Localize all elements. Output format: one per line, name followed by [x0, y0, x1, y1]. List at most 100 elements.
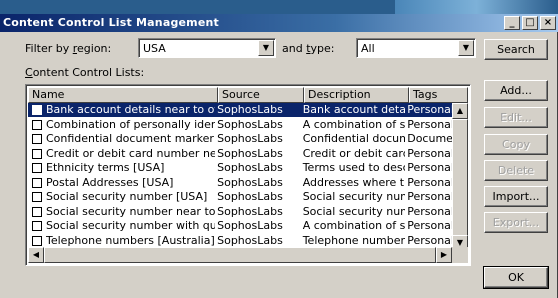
- list-item[interactable]: Postal Addresses [USA] SophosLabs Addresse…: [28, 176, 454, 191]
- window-controls: _ □ ×: [504, 16, 556, 30]
- export-button[interactable]: Export...: [484, 212, 548, 233]
- list-item-name: Postal Addresses [USA]: [46, 175, 174, 189]
- region-select-value: USA: [143, 42, 166, 55]
- type-select[interactable]: All ▼: [356, 38, 476, 58]
- scrollbar-corner: [452, 247, 468, 263]
- column-header-description[interactable]: Description: [304, 87, 409, 103]
- type-select-value: All: [361, 42, 375, 55]
- list-item-description: Terms used to desc...: [302, 161, 406, 175]
- list-item-tags: Personally: [407, 190, 454, 204]
- chevron-down-icon[interactable]: ▼: [458, 40, 474, 56]
- arrow-left-icon[interactable]: ◀: [28, 247, 44, 263]
- list-item[interactable]: Combination of personally identifiab...S…: [28, 118, 454, 133]
- checkbox[interactable]: [32, 119, 42, 130]
- list-item[interactable]: Bank account details near to other f...S…: [28, 103, 454, 118]
- content-control-lists-label: Content Control Lists:: [25, 66, 144, 79]
- list-item-tags: Personally: [407, 161, 454, 175]
- delete-button[interactable]: Delete: [484, 160, 548, 181]
- minimize-button[interactable]: _: [504, 16, 520, 30]
- import-button[interactable]: Import...: [484, 186, 548, 207]
- checkbox[interactable]: [32, 163, 42, 174]
- maximize-button[interactable]: □: [522, 16, 538, 30]
- checkbox[interactable]: [32, 192, 42, 203]
- region-select[interactable]: USA ▼: [138, 38, 276, 58]
- list-item-description: Credit or debit card...: [302, 146, 406, 160]
- list-item-source: SophosLabs: [217, 132, 283, 146]
- type-label-suffix: ype:: [310, 42, 335, 55]
- list-item[interactable]: Ethnicity terms [USA] SophosLabs Terms use…: [28, 161, 454, 176]
- list-item-name: Combination of personally identifiab...: [46, 117, 215, 131]
- horizontal-scroll-thumb[interactable]: [44, 247, 436, 263]
- list-item-tags: Personally: [407, 219, 454, 233]
- list-item[interactable]: Confidential document marker [USA]Sophos…: [28, 132, 454, 147]
- list-item-source: SophosLabs: [217, 190, 283, 204]
- window-title: Content Control List Management: [3, 16, 219, 29]
- content-control-list[interactable]: Name Source Description Tags Bank accoun…: [25, 84, 471, 266]
- list-item-tags: Personally: [407, 117, 454, 131]
- dialog-window: Content Control List Management _ □ × Fi…: [0, 14, 558, 298]
- checkbox[interactable]: [32, 148, 42, 159]
- add-button[interactable]: Add...: [484, 80, 548, 101]
- close-button[interactable]: ×: [540, 16, 556, 30]
- list-item-description: Bank account detail...: [300, 103, 406, 118]
- list-label-text: ontent Control Lists:: [32, 66, 145, 79]
- list-rows: Bank account details near to other f...S…: [28, 103, 454, 248]
- list-item-name-cell: Combination of personally identifiab...: [28, 118, 215, 132]
- checkbox[interactable]: [32, 235, 42, 246]
- list-item-tags: Personally: [407, 146, 454, 160]
- region-filter-label: Filter by region:: [25, 42, 111, 55]
- list-item-source: SophosLabs: [217, 146, 283, 160]
- column-header-name[interactable]: Name: [28, 87, 218, 103]
- list-item-name: Bank account details near to other f...: [46, 103, 215, 117]
- edit-button[interactable]: Edit...: [484, 107, 548, 128]
- checkbox[interactable]: [32, 134, 42, 145]
- title-bar[interactable]: Content Control List Management _ □ ×: [0, 14, 558, 32]
- list-item-description: A combination of so...: [302, 219, 406, 233]
- list-item-description: Confidential docum...: [302, 132, 406, 146]
- region-label-suffix: egion:: [77, 42, 112, 55]
- vertical-scroll-thumb[interactable]: [452, 119, 468, 239]
- type-filter-label: and type:: [282, 42, 335, 55]
- list-item-name: Credit or debit card number near to...: [46, 146, 215, 160]
- arrow-right-icon[interactable]: ▶: [436, 247, 452, 263]
- list-item-name: Social security number [USA]: [46, 190, 208, 204]
- checkbox[interactable]: [32, 221, 42, 232]
- list-item-name: Telephone numbers [Australia]: [46, 233, 215, 247]
- checkbox[interactable]: [32, 177, 42, 188]
- list-item[interactable]: Telephone numbers [Australia] SophosLabs T…: [28, 234, 454, 249]
- list-item[interactable]: Social security number [USA] SophosLabs So…: [28, 190, 454, 205]
- column-header-tags[interactable]: Tags: [409, 87, 468, 103]
- list-item-tags: Document: [407, 132, 454, 146]
- list-item[interactable]: Credit or debit card number near to...So…: [28, 147, 454, 162]
- region-label-prefix: Filter by: [25, 42, 73, 55]
- list-item-name-cell: Social security number with qualifyi...: [28, 219, 215, 233]
- list-item-tags: Personally: [405, 103, 454, 118]
- list-item-name: Ethnicity terms [USA]: [46, 161, 165, 175]
- copy-button[interactable]: Copy: [484, 134, 548, 155]
- list-item-source: SophosLabs: [217, 219, 283, 233]
- arrow-up-icon[interactable]: ▲: [452, 103, 468, 119]
- search-button[interactable]: Search: [484, 39, 548, 60]
- chevron-down-icon[interactable]: ▼: [258, 40, 274, 56]
- list-label-accesskey: C: [25, 66, 33, 79]
- list-item-description: Telephone numbers...: [302, 233, 406, 247]
- list-item-name-cell: Confidential document marker [USA]: [28, 132, 215, 146]
- list-item-tags: Personally: [407, 204, 454, 218]
- list-item-tags: Personally: [407, 233, 454, 247]
- list-item-description: Social security num...: [302, 204, 406, 218]
- list-item-source: SophosLabs: [215, 103, 301, 118]
- horizontal-scrollbar[interactable]: ◀ ▶: [28, 247, 452, 263]
- ok-button[interactable]: OK: [483, 266, 549, 289]
- list-item[interactable]: Social security number with qualifyi...S…: [28, 219, 454, 234]
- checkbox[interactable]: [32, 206, 42, 217]
- list-item[interactable]: Social security number near to othe...So…: [28, 205, 454, 220]
- checkbox[interactable]: [32, 105, 42, 116]
- list-item-source: SophosLabs: [217, 161, 283, 175]
- list-item-name: Confidential document marker [USA]: [46, 132, 215, 146]
- column-header-source[interactable]: Source: [218, 87, 304, 103]
- list-item-name-cell: Credit or debit card number near to...: [28, 147, 215, 161]
- vertical-scrollbar[interactable]: ▲ ▼: [452, 103, 468, 251]
- list-item-name-cell: Bank account details near to other f...: [28, 103, 216, 118]
- list-item-source: SophosLabs: [217, 117, 283, 131]
- list-item-source: SophosLabs: [217, 204, 283, 218]
